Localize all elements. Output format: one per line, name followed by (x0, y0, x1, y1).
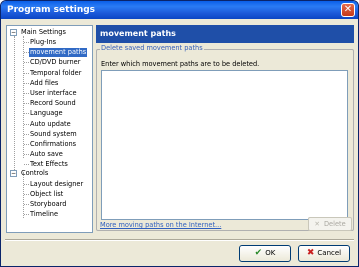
tree-item-label: CD/DVD burner (30, 58, 81, 67)
tree-item-label: Storyboard (30, 199, 67, 208)
tree-item-label: Temporal folder (30, 68, 82, 77)
tree-item-label: Plug-Ins (30, 38, 57, 46)
x-icon: ✖ (306, 248, 315, 258)
close-button[interactable]: ✕ (341, 3, 355, 17)
settings-panel: movement paths Delete saved movement pat… (96, 25, 354, 233)
tree-connector (14, 36, 15, 172)
tree-item-label: Confirmations (30, 140, 77, 148)
tree-connector (23, 172, 24, 218)
window-title: Program settings (7, 5, 96, 15)
delete-icon: ✕ (314, 220, 320, 228)
delete-button[interactable]: ✕ Delete (308, 217, 352, 231)
cancel-label: Cancel (317, 249, 342, 257)
tree-item-label: Object list (30, 189, 64, 198)
footer-divider (5, 239, 354, 241)
ok-button[interactable]: ✔ OK (239, 245, 291, 262)
settings-tree[interactable]: − Main Settings Plug-Ins movement paths CD… (6, 25, 93, 233)
close-icon: ✕ (343, 4, 353, 15)
tree-item-label: User interface (30, 89, 77, 97)
tree-item-label: Layout designer (30, 179, 84, 188)
collapse-icon[interactable]: − (10, 29, 17, 36)
movement-paths-list[interactable] (101, 70, 348, 220)
checkmark-icon: ✔ (254, 248, 263, 258)
tree-item-label: movement paths (29, 48, 88, 58)
tree-item-label: Auto save (30, 150, 63, 159)
cancel-button[interactable]: ✖ Cancel (298, 245, 350, 262)
tree-item-label: Auto update (30, 119, 71, 128)
page-title: movement paths (96, 25, 354, 43)
title-bar[interactable]: Program settings ✕ (1, 1, 358, 19)
more-paths-link[interactable]: More moving paths on the Internet... (100, 221, 221, 229)
tree-item-label: Timeline (30, 210, 59, 219)
ok-label: OK (265, 249, 276, 257)
tree-item-label: Add files (30, 78, 59, 87)
tree-connector (23, 36, 24, 158)
tree-item-label: Sound system (30, 129, 77, 138)
group-label: Delete saved movement paths (100, 44, 204, 52)
tree-node-label: Main Settings (21, 28, 66, 36)
instruction-text: Enter which movement paths are to be del… (101, 60, 260, 68)
tree-node-label: Controls (21, 169, 49, 177)
tree-item-label: Language (30, 109, 63, 118)
collapse-icon[interactable]: − (10, 170, 17, 177)
program-settings-window: Program settings ✕ − Main Settings Plug-… (0, 0, 359, 267)
tree-item-label: Record Sound (30, 99, 76, 108)
delete-label: Delete (323, 220, 346, 228)
